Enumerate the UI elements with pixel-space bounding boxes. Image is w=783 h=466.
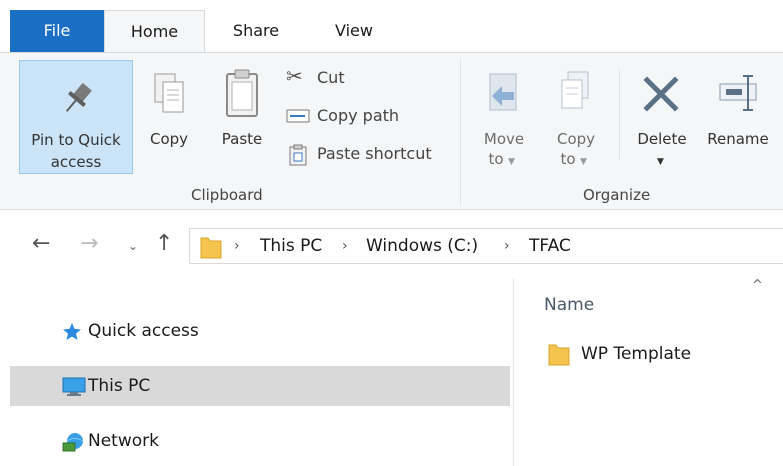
- delete-label: Delete: [637, 130, 687, 148]
- breadcrumb-chevron-icon[interactable]: ›: [234, 236, 240, 256]
- back-arrow-icon[interactable]: ←: [32, 233, 50, 255]
- clipboard-icon: [226, 69, 258, 117]
- paste-label: Paste: [221, 130, 263, 148]
- network-icon: [62, 433, 84, 452]
- pin-icon: [65, 82, 92, 112]
- address-row: ← → ⌄ ↑ › This PC › Windows (C:) › TFAC: [0, 210, 783, 278]
- star-icon: [63, 323, 81, 340]
- paste-shortcut-icon: [289, 144, 307, 166]
- copy-to-dropdown-icon: ▼: [580, 157, 587, 167]
- breadcrumb-chevron-icon[interactable]: ›: [504, 236, 510, 256]
- sort-ascending-icon[interactable]: ^: [752, 278, 763, 293]
- nav-label: Network: [88, 431, 159, 451]
- rename-button[interactable]: Rename: [700, 60, 776, 174]
- folder-icon: [548, 344, 570, 366]
- nav-item-network[interactable]: Network: [10, 421, 510, 461]
- nav-item-quick-access[interactable]: Quick access: [10, 311, 510, 351]
- folder-icon: [200, 237, 222, 259]
- copy-path-label: Copy path: [317, 106, 400, 125]
- move-to-button[interactable]: Move to ▼: [474, 60, 534, 174]
- column-header-name[interactable]: Name: [544, 295, 594, 315]
- nav-item-this-pc[interactable]: This PC: [10, 366, 510, 406]
- copy-to-label-line2: to: [560, 150, 576, 168]
- tab-view[interactable]: View: [326, 10, 382, 52]
- delete-dropdown-icon: ▼: [657, 157, 664, 167]
- address-bar[interactable]: › This PC › Windows (C:) › TFAC: [189, 228, 783, 264]
- cut-label: Cut: [317, 68, 345, 87]
- copy-path-button[interactable]: Copy path: [286, 104, 416, 130]
- tab-file[interactable]: File: [10, 10, 104, 52]
- move-to-label-line2: to: [488, 150, 504, 168]
- paste-shortcut-button[interactable]: Paste shortcut: [286, 142, 446, 168]
- rename-icon: [719, 75, 757, 111]
- nav-label: Quick access: [88, 321, 199, 341]
- paste-shortcut-label: Paste shortcut: [317, 144, 432, 163]
- file-list-pane: ^ Name WP Template: [514, 278, 783, 466]
- ribbon-tab-bar: File Home Share View: [0, 0, 783, 53]
- navigation-pane: Quick access This PC Network: [0, 278, 510, 466]
- ribbon: Pin to Quick access Copy Paste ✂ Cut Cop…: [0, 52, 783, 210]
- pin-to-quick-access-button[interactable]: Pin to Quick access: [19, 60, 133, 174]
- pin-label-line1: Pin to Quick: [31, 131, 121, 149]
- group-separator: [460, 59, 461, 205]
- copy-label: Copy: [149, 130, 189, 148]
- organize-group-label: Organize: [583, 186, 651, 204]
- up-arrow-icon[interactable]: ↑: [155, 233, 173, 255]
- file-name: WP Template: [581, 344, 692, 364]
- paste-button[interactable]: Paste: [213, 60, 271, 174]
- delete-button[interactable]: Delete ▼: [628, 60, 696, 174]
- breadcrumb-tfac[interactable]: TFAC: [529, 236, 571, 256]
- copy-to-label-line1: Copy: [556, 130, 596, 148]
- cut-button[interactable]: ✂ Cut: [286, 66, 356, 92]
- copy-to-button[interactable]: Copy to ▼: [546, 60, 606, 174]
- move-to-label-line1: Move: [483, 130, 525, 148]
- copy-button[interactable]: Copy: [141, 60, 197, 174]
- copy-icon: [154, 73, 184, 113]
- breadcrumb-windows-c[interactable]: Windows (C:): [366, 236, 478, 256]
- clipboard-group-label: Clipboard: [191, 186, 263, 204]
- scissors-icon: ✂: [286, 64, 303, 88]
- organize-separator: [619, 69, 620, 159]
- pin-label-line2: access: [50, 153, 102, 171]
- breadcrumb-this-pc[interactable]: This PC: [260, 236, 322, 256]
- forward-arrow-icon[interactable]: →: [80, 233, 98, 255]
- move-to-dropdown-icon: ▼: [508, 157, 515, 167]
- tab-home[interactable]: Home: [104, 10, 205, 53]
- copy-to-icon: [561, 71, 589, 109]
- breadcrumb-chevron-icon[interactable]: ›: [342, 236, 348, 256]
- copy-path-icon: [286, 109, 310, 123]
- recent-locations-chevron-icon[interactable]: ⌄: [128, 235, 138, 257]
- tab-share[interactable]: Share: [218, 10, 294, 52]
- rename-label: Rename: [707, 130, 769, 148]
- delete-x-icon: [643, 76, 679, 112]
- computer-icon: [62, 377, 86, 396]
- nav-label: This PC: [88, 376, 151, 396]
- move-to-icon: [489, 73, 517, 111]
